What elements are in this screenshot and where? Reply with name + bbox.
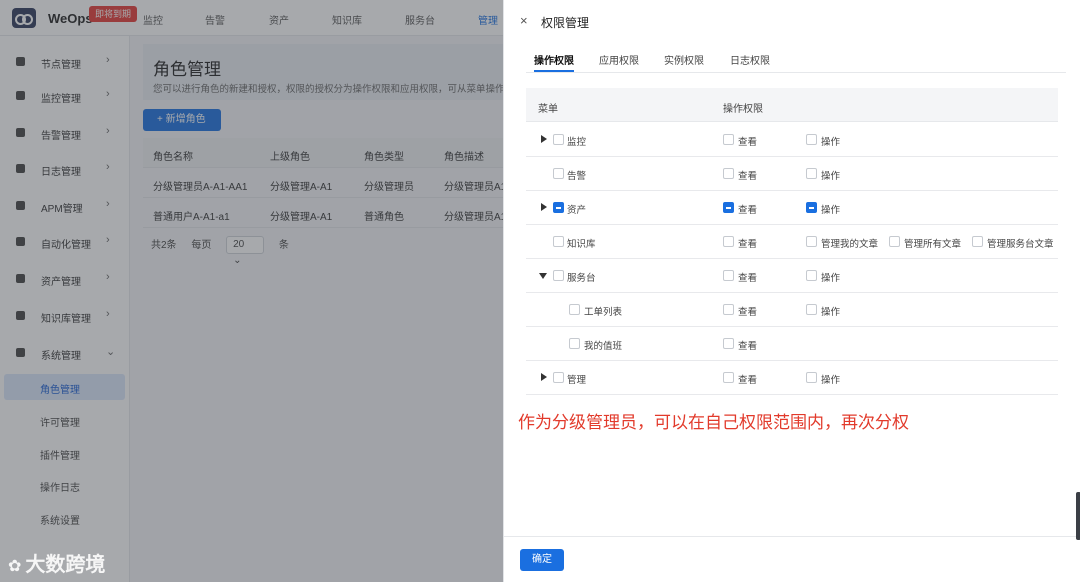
menu-checkbox[interactable] xyxy=(553,372,564,383)
expand-caret-icon[interactable] xyxy=(541,135,547,143)
expand-caret-icon[interactable] xyxy=(541,373,547,381)
permission-row-asset: 资产 查看 操作 xyxy=(526,191,1058,225)
permission-row-admin: 管理 查看 操作 xyxy=(526,361,1058,395)
menu-checkbox-indeterminate[interactable] xyxy=(553,202,564,213)
column-operations: 操作权限 xyxy=(723,104,763,115)
permission-row-alarm: 告警 查看 操作 xyxy=(526,157,1058,191)
expand-caret-icon[interactable] xyxy=(541,203,547,211)
tab-instance-permission[interactable]: 实例权限 xyxy=(664,52,704,67)
tab-app-permission[interactable]: 应用权限 xyxy=(599,52,639,67)
permission-row-knowledge: 知识库 查看 管理我的文章 管理所有文章 管理服务台文章 xyxy=(526,225,1058,259)
close-icon[interactable]: × xyxy=(520,13,528,28)
watermark-logo-icon: ✿ xyxy=(8,558,22,575)
annotation-text: 作为分级管理员，可以在自己权限范围内，再次分权 xyxy=(518,413,909,432)
view-checkbox[interactable] xyxy=(723,372,734,383)
op-checkbox[interactable] xyxy=(806,270,817,281)
watermark: ✿ 大数跨境 xyxy=(8,554,106,576)
menu-checkbox[interactable] xyxy=(569,304,580,315)
view-checkbox-checked[interactable] xyxy=(723,202,734,213)
permission-table-header: 菜单 操作权限 xyxy=(526,88,1058,122)
tab-operation-permission[interactable]: 操作权限 xyxy=(534,52,574,67)
menu-checkbox[interactable] xyxy=(553,236,564,247)
view-checkbox[interactable] xyxy=(723,168,734,179)
view-checkbox[interactable] xyxy=(723,236,734,247)
menu-checkbox[interactable] xyxy=(553,270,564,281)
view-checkbox[interactable] xyxy=(723,134,734,145)
drawer-title: 权限管理 xyxy=(541,16,590,30)
op-checkbox[interactable] xyxy=(972,236,983,247)
op-checkbox[interactable] xyxy=(806,134,817,145)
view-checkbox[interactable] xyxy=(723,270,734,281)
permission-row-ticket-list: 工单列表 查看 操作 xyxy=(526,293,1058,327)
scroll-handle[interactable] xyxy=(1076,492,1080,540)
permission-row-my-duty: 我的值班 查看 xyxy=(526,327,1058,361)
menu-checkbox[interactable] xyxy=(553,168,564,179)
op-checkbox[interactable] xyxy=(806,304,817,315)
tab-log-permission[interactable]: 日志权限 xyxy=(730,52,770,67)
view-checkbox[interactable] xyxy=(723,304,734,315)
view-checkbox[interactable] xyxy=(723,338,734,349)
op-checkbox[interactable] xyxy=(806,372,817,383)
permission-row-monitor: 监控 查看 操作 xyxy=(526,123,1058,157)
column-menu: 菜单 xyxy=(538,104,558,115)
collapse-caret-icon[interactable] xyxy=(539,273,547,279)
drawer-footer-divider xyxy=(504,536,1080,537)
permission-row-service-desk: 服务台 查看 操作 xyxy=(526,259,1058,293)
op-checkbox-checked[interactable] xyxy=(806,202,817,213)
op-checkbox[interactable] xyxy=(889,236,900,247)
menu-checkbox[interactable] xyxy=(569,338,580,349)
menu-checkbox[interactable] xyxy=(553,134,564,145)
op-checkbox[interactable] xyxy=(806,236,817,247)
confirm-button[interactable]: 确定 xyxy=(520,549,564,571)
permission-drawer: × 权限管理 操作权限 应用权限 实例权限 日志权限 菜单 操作权限 监控 查看… xyxy=(503,0,1080,582)
permission-tabs: 操作权限 应用权限 实例权限 日志权限 xyxy=(526,40,1066,73)
op-checkbox[interactable] xyxy=(806,168,817,179)
modal-overlay[interactable] xyxy=(0,0,503,582)
active-tab-indicator xyxy=(534,70,574,72)
